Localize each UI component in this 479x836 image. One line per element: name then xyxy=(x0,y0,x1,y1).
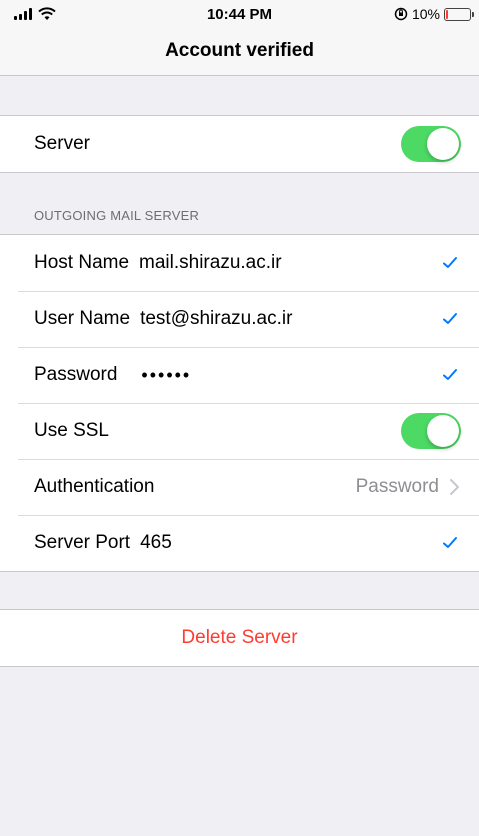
password-label: Password xyxy=(34,364,118,385)
status-bar: 10:44 PM 10% xyxy=(0,0,479,30)
authentication-value: Password xyxy=(355,476,439,497)
use-ssl-label: Use SSL xyxy=(34,420,109,441)
server-port-row[interactable]: Server Port 465 xyxy=(0,515,479,571)
battery-level xyxy=(446,9,448,19)
server-port-label: Server Port xyxy=(34,532,131,553)
outgoing-server-group: Host Name mail.shirazu.ac.ir User Name t… xyxy=(0,234,479,572)
battery-percent: 10% xyxy=(411,6,440,22)
user-name-row[interactable]: User Name test@shirazu.ac.ir xyxy=(0,291,479,347)
delete-server-label: Delete Server xyxy=(181,627,298,648)
server-label: Server xyxy=(34,133,90,154)
checkmark-icon xyxy=(443,313,457,324)
authentication-row[interactable]: Authentication Password xyxy=(0,459,479,515)
host-name-row[interactable]: Host Name mail.shirazu.ac.ir xyxy=(0,235,479,291)
orientation-lock-icon xyxy=(394,7,408,21)
checkmark-icon xyxy=(443,257,457,268)
host-name-label: Host Name xyxy=(34,252,130,273)
outgoing-mail-server-header: OUTGOING MAIL SERVER xyxy=(34,208,200,223)
checkmark-icon xyxy=(443,369,457,380)
server-port-field[interactable]: 465 xyxy=(140,532,172,554)
page-title: Account verified xyxy=(165,40,314,61)
authentication-label: Authentication xyxy=(34,476,155,497)
server-row: Server xyxy=(0,116,479,172)
server-group: Server xyxy=(0,115,479,173)
password-row[interactable]: Password •••••• xyxy=(0,347,479,403)
server-toggle[interactable] xyxy=(401,126,461,162)
battery-icon xyxy=(444,7,474,21)
user-name-label: User Name xyxy=(34,308,131,329)
delete-server-button[interactable]: Delete Server xyxy=(0,610,479,666)
status-right: 10% xyxy=(394,6,474,22)
toggle-knob xyxy=(427,415,459,447)
use-ssl-toggle[interactable] xyxy=(401,413,461,449)
host-name-field[interactable]: mail.shirazu.ac.ir xyxy=(139,252,282,274)
chevron-right-icon xyxy=(450,479,459,495)
user-name-field[interactable]: test@shirazu.ac.ir xyxy=(140,308,292,330)
password-field[interactable]: •••••• xyxy=(141,365,191,386)
navigation-bar: Account verified xyxy=(0,30,479,76)
checkmark-icon xyxy=(443,537,457,548)
delete-group: Delete Server xyxy=(0,609,479,667)
toggle-knob xyxy=(427,128,459,160)
use-ssl-row: Use SSL xyxy=(0,403,479,459)
